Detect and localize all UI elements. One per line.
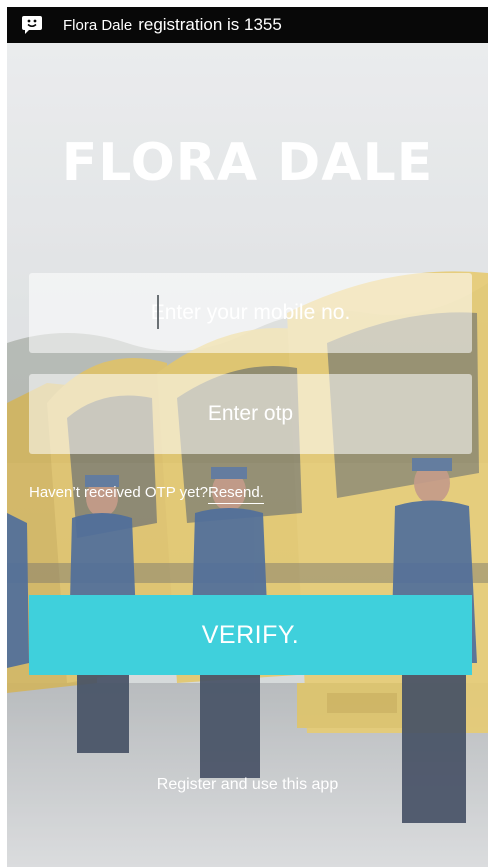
otp-input[interactable] — [29, 374, 472, 454]
otp-field[interactable] — [29, 374, 472, 454]
resend-prompt: Haven’t received OTP yet? — [29, 484, 208, 501]
mobile-number-input[interactable] — [29, 273, 472, 353]
message-smiley-icon — [21, 14, 43, 36]
verify-button[interactable]: VERIFY. — [29, 595, 472, 675]
mobile-number-field[interactable] — [29, 273, 472, 353]
status-app-name: Flora Dale — [63, 16, 133, 34]
app-title: FLORA DALE — [61, 133, 434, 193]
register-link[interactable]: Register and use this app — [7, 776, 488, 794]
status-bar: Flora Dale registration is 1355 — [7, 7, 488, 43]
resend-link[interactable]: Resend. — [207, 484, 264, 504]
status-message: registration is 1355 — [138, 15, 282, 34]
phone-screen: Flora Dale registration is 1355 FLORA DA… — [7, 7, 488, 867]
resend-row: Haven’t received OTP yet?Resend. — [29, 484, 264, 504]
text-cursor — [157, 295, 159, 329]
